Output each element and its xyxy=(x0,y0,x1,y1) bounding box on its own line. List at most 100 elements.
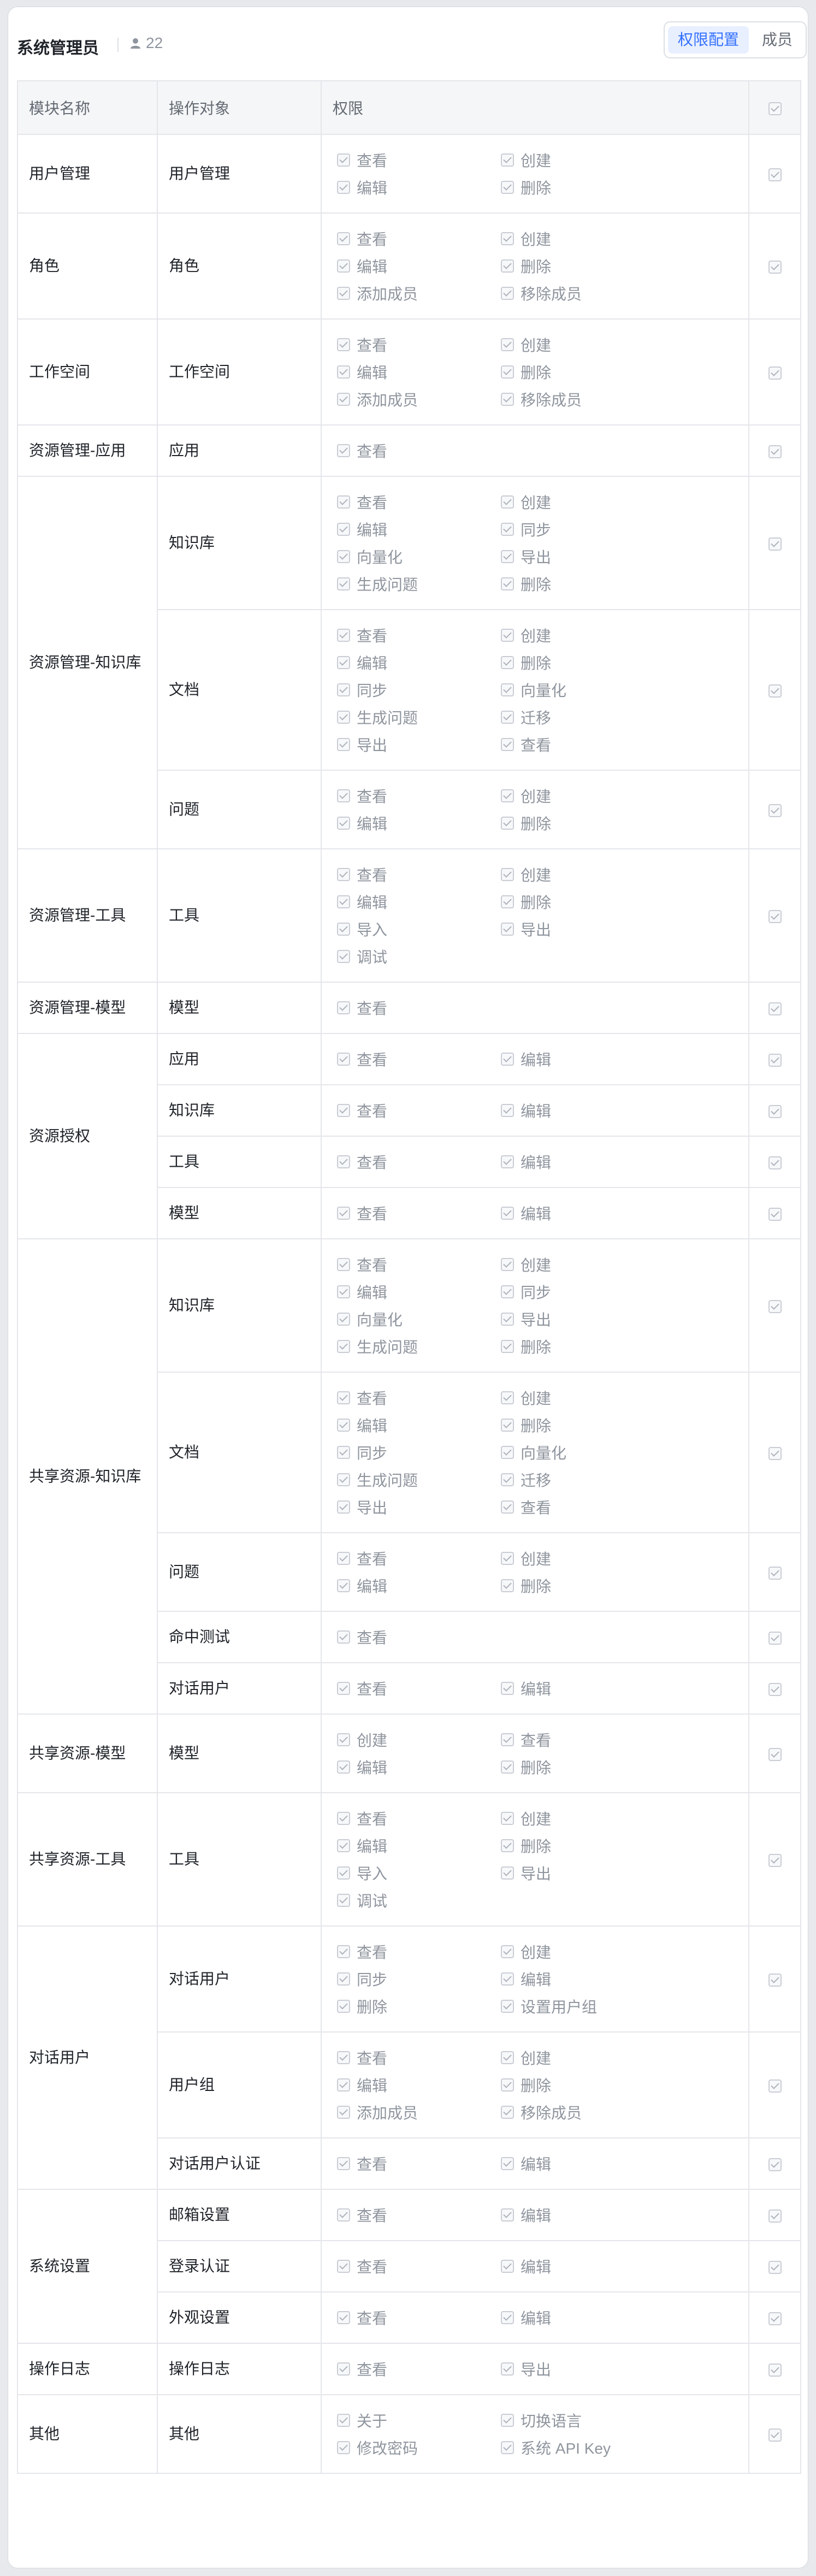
permission-checkbox[interactable] xyxy=(501,1552,514,1565)
permission-item[interactable]: 创建 xyxy=(501,624,665,646)
permission-item[interactable]: 生成问题 xyxy=(337,573,501,595)
permission-checkbox[interactable] xyxy=(501,1207,514,1220)
row-select-checkbox[interactable] xyxy=(768,2260,782,2274)
permission-checkbox[interactable] xyxy=(337,1812,350,1825)
permission-checkbox[interactable] xyxy=(501,2311,514,2324)
permission-item[interactable]: 创建 xyxy=(501,785,665,807)
row-select-checkbox[interactable] xyxy=(768,1631,782,1645)
permission-item[interactable]: 生成问题 xyxy=(337,1336,501,1357)
row-select-checkbox[interactable] xyxy=(768,1002,782,1015)
permission-checkbox[interactable] xyxy=(337,1313,350,1326)
permission-item[interactable]: 查看 xyxy=(337,1202,501,1224)
row-select-checkbox[interactable] xyxy=(768,1053,782,1067)
permission-checkbox[interactable] xyxy=(337,1258,350,1271)
permission-checkbox[interactable] xyxy=(337,550,350,563)
permission-item[interactable]: 删除 xyxy=(501,652,665,673)
permission-item[interactable]: 导出 xyxy=(501,1862,665,1884)
permission-item[interactable]: 生成问题 xyxy=(337,706,501,728)
permission-checkbox[interactable] xyxy=(501,577,514,590)
permission-item[interactable]: 移除成员 xyxy=(501,2101,665,2123)
permission-checkbox[interactable] xyxy=(337,2000,350,2013)
permission-item[interactable]: 向量化 xyxy=(337,546,501,568)
permission-item[interactable]: 创建 xyxy=(501,334,665,356)
permission-checkbox[interactable] xyxy=(337,1473,350,1486)
row-select-checkbox[interactable] xyxy=(768,2158,782,2171)
permission-item[interactable]: 删除 xyxy=(501,1575,665,1597)
permission-item[interactable]: 创建 xyxy=(501,1254,665,1275)
row-select-checkbox[interactable] xyxy=(768,2428,782,2442)
permission-checkbox[interactable] xyxy=(337,1104,350,1117)
permission-checkbox[interactable] xyxy=(337,2441,350,2454)
permission-item[interactable]: 删除 xyxy=(501,812,665,834)
permission-item[interactable]: 导出 xyxy=(501,918,665,940)
permission-item[interactable]: 删除 xyxy=(501,255,665,277)
permission-item[interactable]: 查看 xyxy=(337,2358,501,2380)
permission-item[interactable]: 调试 xyxy=(337,946,501,967)
permission-item[interactable]: 编辑 xyxy=(337,518,501,540)
permission-item[interactable]: 编辑 xyxy=(501,2204,665,2226)
permission-checkbox[interactable] xyxy=(337,2078,350,2091)
permission-checkbox[interactable] xyxy=(337,1001,350,1014)
permission-item[interactable]: 系统 API Key xyxy=(501,2437,665,2459)
permission-checkbox[interactable] xyxy=(337,1733,350,1746)
permission-item[interactable]: 编辑 xyxy=(501,1968,665,1990)
permission-checkbox[interactable] xyxy=(337,523,350,536)
row-select-checkbox[interactable] xyxy=(768,2312,782,2325)
row-select-checkbox[interactable] xyxy=(768,1156,782,1169)
permission-item[interactable]: 查看 xyxy=(337,1151,501,1173)
permission-item[interactable]: 查看 xyxy=(337,997,501,1019)
permission-checkbox[interactable] xyxy=(337,2106,350,2119)
permission-checkbox[interactable] xyxy=(337,577,350,590)
permission-item[interactable]: 调试 xyxy=(337,1889,501,1911)
permission-item[interactable]: 同步 xyxy=(337,679,501,701)
permission-checkbox[interactable] xyxy=(337,950,350,963)
permission-item[interactable]: 查看 xyxy=(337,491,501,513)
permission-item[interactable]: 创建 xyxy=(501,1547,665,1569)
permission-checkbox[interactable] xyxy=(501,1579,514,1592)
permission-item[interactable]: 查看 xyxy=(337,1048,501,1070)
permission-item[interactable]: 查看 xyxy=(337,864,501,885)
permission-checkbox[interactable] xyxy=(501,895,514,908)
permission-item[interactable]: 查看 xyxy=(337,228,501,250)
permission-checkbox[interactable] xyxy=(337,1839,350,1852)
permission-checkbox[interactable] xyxy=(501,2208,514,2221)
permission-item[interactable]: 编辑 xyxy=(501,1100,665,1121)
permission-checkbox[interactable] xyxy=(337,789,350,802)
permission-item[interactable]: 编辑 xyxy=(501,2255,665,2277)
permission-item[interactable]: 编辑 xyxy=(337,361,501,383)
select-all-checkbox[interactable] xyxy=(768,102,782,115)
permission-checkbox[interactable] xyxy=(337,1972,350,1986)
permission-checkbox[interactable] xyxy=(501,817,514,830)
permission-item[interactable]: 编辑 xyxy=(337,255,501,277)
permission-item[interactable]: 同步 xyxy=(337,1441,501,1463)
permission-item[interactable]: 查看 xyxy=(337,1626,501,1648)
row-select-checkbox[interactable] xyxy=(768,2363,782,2377)
permission-item[interactable]: 编辑 xyxy=(337,652,501,673)
permission-item[interactable]: 查看 xyxy=(337,2153,501,2175)
permission-item[interactable]: 删除 xyxy=(501,1336,665,1357)
permission-item[interactable]: 导入 xyxy=(337,1862,501,1884)
permission-checkbox[interactable] xyxy=(501,1419,514,1432)
permission-checkbox[interactable] xyxy=(337,2208,350,2221)
permission-checkbox[interactable] xyxy=(337,2157,350,2170)
permission-checkbox[interactable] xyxy=(501,338,514,351)
permission-checkbox[interactable] xyxy=(501,2078,514,2091)
permission-checkbox[interactable] xyxy=(337,1207,350,1220)
permission-item[interactable]: 编辑 xyxy=(337,1414,501,1436)
permission-item[interactable]: 查看 xyxy=(337,1387,501,1409)
permission-checkbox[interactable] xyxy=(501,495,514,509)
permission-item[interactable]: 编辑 xyxy=(337,1575,501,1597)
permission-item[interactable]: 删除 xyxy=(501,361,665,383)
permission-checkbox[interactable] xyxy=(501,523,514,536)
permission-checkbox[interactable] xyxy=(337,629,350,642)
permission-checkbox[interactable] xyxy=(501,2414,514,2427)
permission-checkbox[interactable] xyxy=(501,2441,514,2454)
permission-checkbox[interactable] xyxy=(337,923,350,936)
permission-checkbox[interactable] xyxy=(501,1972,514,1986)
row-select-checkbox[interactable] xyxy=(768,1853,782,1867)
permission-item[interactable]: 删除 xyxy=(501,176,665,198)
permission-checkbox[interactable] xyxy=(337,495,350,509)
permission-item[interactable]: 导出 xyxy=(337,1496,501,1518)
row-select-checkbox[interactable] xyxy=(768,1566,782,1580)
permission-checkbox[interactable] xyxy=(501,1104,514,1117)
